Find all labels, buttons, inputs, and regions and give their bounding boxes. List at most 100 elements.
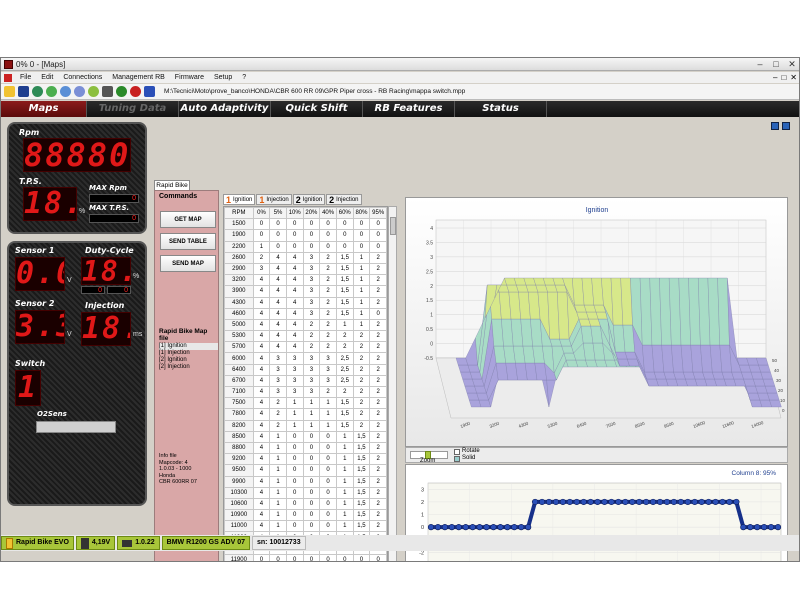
value-cell[interactable]: 2,5 (335, 374, 354, 388)
value-cell[interactable]: 4 (285, 274, 304, 287)
value-cell[interactable]: 0 (302, 475, 321, 488)
value-cell[interactable]: 4 (252, 509, 271, 522)
value-cell[interactable]: 1 (335, 475, 354, 488)
value-cell[interactable]: 0 (285, 453, 304, 466)
value-cell[interactable]: 1 (335, 453, 354, 466)
value-cell[interactable]: 4 (252, 363, 271, 376)
rpm-cell[interactable]: 6400 (224, 363, 254, 376)
value-cell[interactable]: 0 (285, 218, 304, 231)
maximize-button[interactable]: □ (769, 59, 783, 69)
value-cell[interactable]: 3 (302, 251, 321, 264)
value-cell[interactable]: 1 (335, 464, 354, 477)
value-cell[interactable]: 3 (319, 374, 337, 388)
rpm-cell[interactable]: 3900 (224, 285, 254, 298)
value-cell[interactable]: 0 (352, 240, 371, 253)
value-cell[interactable]: 1 (319, 419, 337, 432)
value-cell[interactable]: 4 (269, 262, 287, 276)
rpm-cell[interactable]: 5000 (224, 318, 254, 332)
value-cell[interactable]: 4 (269, 341, 287, 354)
value-cell[interactable]: 0 (335, 218, 354, 231)
value-cell[interactable]: 0 (319, 441, 337, 455)
value-cell[interactable]: 0 (302, 486, 321, 499)
value-cell[interactable]: 2 (352, 341, 371, 354)
value-cell[interactable]: 3 (302, 262, 321, 276)
rpm-cell[interactable]: 8500 (224, 430, 254, 443)
solid-checkbox[interactable] (454, 456, 460, 462)
value-cell[interactable]: 2 (369, 497, 387, 511)
value-cell[interactable]: 3 (269, 374, 287, 388)
send-table-button[interactable]: SEND TABLE (160, 233, 216, 250)
value-cell[interactable]: 0 (335, 229, 354, 242)
value-cell[interactable]: 2 (369, 296, 387, 309)
value-cell[interactable]: 0 (269, 218, 287, 231)
value-cell[interactable]: 2 (319, 330, 337, 343)
menu-firmware[interactable]: Firmware (170, 74, 209, 81)
mdi-restore-button[interactable]: □ (781, 73, 786, 82)
column-header[interactable]: RPM (224, 207, 254, 220)
rpm-cell[interactable]: 1900 (224, 229, 254, 242)
rpm-cell[interactable]: 4600 (224, 307, 254, 320)
value-cell[interactable]: 2 (369, 262, 387, 276)
value-cell[interactable]: 0 (319, 464, 337, 477)
value-cell[interactable]: 0 (302, 520, 321, 533)
red-status-icon[interactable] (130, 86, 141, 97)
menu-edit[interactable]: Edit (36, 74, 58, 81)
rpm-cell[interactable]: 9900 (224, 475, 254, 488)
tab-quick-shift[interactable]: Quick Shift (271, 101, 363, 117)
value-cell[interactable]: 1 (352, 318, 371, 332)
rpm-cell[interactable]: 8200 (224, 419, 254, 432)
value-cell[interactable]: 0 (352, 229, 371, 242)
value-cell[interactable]: 0 (319, 218, 337, 231)
value-cell[interactable]: 1,5 (352, 441, 371, 455)
rpm-cell[interactable]: 10900 (224, 509, 254, 522)
table-tab-2-ignition[interactable]: 2 Ignition (292, 194, 326, 205)
rpm-cell[interactable]: 5700 (224, 341, 254, 354)
value-cell[interactable]: 3 (285, 374, 304, 388)
value-cell[interactable]: 2 (369, 475, 387, 488)
menu-connections[interactable]: Connections (58, 74, 107, 81)
value-cell[interactable]: 0 (285, 475, 304, 488)
value-cell[interactable]: 1,5 (352, 475, 371, 488)
value-cell[interactable]: 0 (302, 509, 321, 522)
rpm-cell[interactable]: 2900 (224, 262, 254, 276)
value-cell[interactable]: 4 (252, 307, 271, 320)
value-cell[interactable]: 4 (252, 385, 271, 399)
value-cell[interactable]: 1,5 (335, 262, 354, 276)
close-button[interactable]: ✕ (785, 59, 799, 69)
value-cell[interactable]: 2 (352, 330, 371, 343)
value-cell[interactable]: 3 (302, 307, 321, 320)
value-cell[interactable]: 0 (319, 553, 337, 561)
value-cell[interactable]: 0 (285, 441, 304, 455)
value-cell[interactable]: 4 (285, 318, 304, 332)
value-cell[interactable]: 4 (252, 397, 271, 410)
settings-icon[interactable] (88, 86, 99, 97)
value-cell[interactable]: 2 (319, 385, 337, 399)
value-cell[interactable]: 1 (352, 307, 371, 320)
value-cell[interactable]: 2 (269, 408, 287, 421)
tab-rb-features[interactable]: RB Features (363, 101, 455, 117)
value-cell[interactable]: 0 (302, 218, 321, 231)
value-cell[interactable]: 1 (269, 509, 287, 522)
flag-icon[interactable] (144, 86, 155, 97)
column-header[interactable]: 40% (319, 207, 337, 220)
value-cell[interactable]: 0 (302, 229, 321, 242)
value-cell[interactable]: 1 (269, 486, 287, 499)
play-icon[interactable] (60, 86, 71, 97)
value-cell[interactable]: 1 (269, 430, 287, 443)
value-cell[interactable]: 1 (285, 419, 304, 432)
value-cell[interactable]: 2 (319, 318, 337, 332)
value-cell[interactable]: 4 (252, 341, 271, 354)
value-cell[interactable]: 0 (319, 486, 337, 499)
rpm-cell[interactable]: 1500 (224, 218, 254, 231)
value-cell[interactable]: 2 (335, 341, 354, 354)
menu-help[interactable]: ? (237, 74, 251, 81)
rpm-cell[interactable]: 6700 (224, 374, 254, 388)
value-cell[interactable]: 4 (252, 274, 271, 287)
value-cell[interactable]: 1 (335, 520, 354, 533)
value-cell[interactable]: 3 (285, 385, 304, 399)
value-cell[interactable]: 1 (335, 486, 354, 499)
value-cell[interactable]: 3 (302, 274, 321, 287)
value-cell[interactable]: 4 (269, 296, 287, 309)
scrollbar-thumb[interactable] (390, 217, 396, 235)
value-cell[interactable]: 1 (352, 296, 371, 309)
